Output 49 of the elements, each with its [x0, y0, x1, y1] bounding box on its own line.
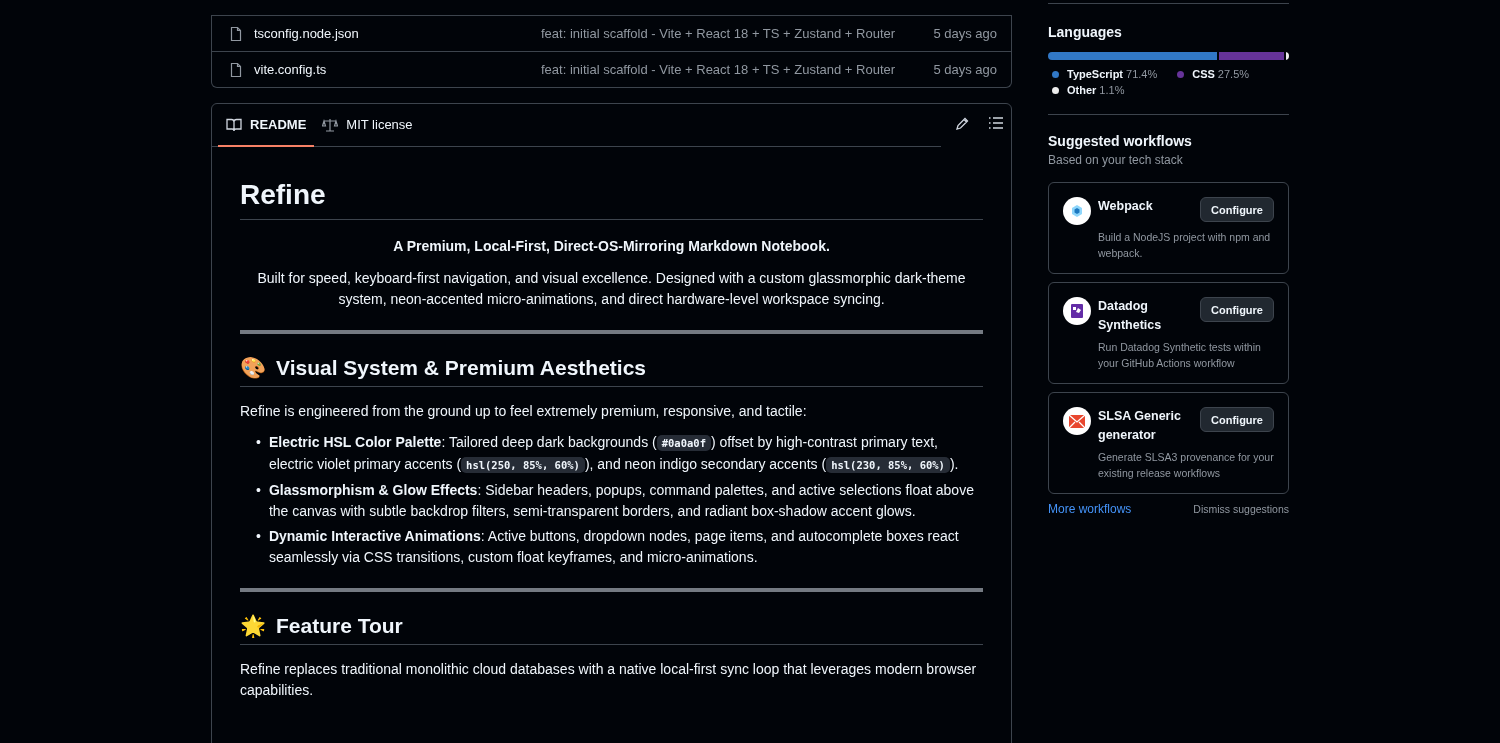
bullet-text: Electric HSL Color Palette: Tailored deep dark backgrounds ( #0a0a0f ) offset by high-contrast primary text, electric violet primary accents ( hsl(250, 85%, 60%) ), and neon indigo secondary accents ( hsl(230, 85%, 60%) ).	[268, 433, 960, 475]
configure-button[interactable]: Configure	[1200, 407, 1274, 432]
section-heading: Visual System & Premium Aesthetics	[276, 356, 646, 380]
cube-logo-icon	[1063, 197, 1091, 225]
workflows-subtitle: Based on your tech stack	[1048, 153, 1184, 167]
dismiss-button[interactable]: Dismiss suggestions	[1193, 503, 1289, 515]
commit-message-link[interactable]: feat: initial scaffold - Vite + React 18 + TS + Zustand + Router	[541, 62, 934, 77]
workflow-description: Generate SLSA3 provenance for your existing release workflows	[1098, 450, 1274, 481]
bullet-marker: •	[256, 481, 261, 500]
readme-title: Refine	[240, 151, 983, 220]
workflow-name: Datadog Synthetics	[1098, 298, 1163, 334]
dog-logo-icon	[1063, 297, 1091, 325]
configure-button[interactable]: Configure	[1200, 197, 1274, 222]
bullet-marker: •	[256, 527, 261, 546]
heading-emoji: 🌟	[240, 614, 266, 638]
readme-tagline: A Premium, Local-First, Direct-OS-Mirroring Markdown Notebook.	[392, 238, 831, 254]
configure-button[interactable]: Configure	[1200, 297, 1274, 322]
outline-list-icon[interactable]	[989, 117, 1003, 129]
readme-tab[interactable]: README	[218, 104, 315, 147]
file-name-link[interactable]: vite.config.ts	[254, 62, 541, 77]
bullet-text: Glassmorphism & Glow Effects: Sidebar headers, popups, command palettes, and active selections float above the canvas with subtle backdrop filters, semi-transparent borders, and radiant box-shadow accent glows.	[268, 481, 975, 521]
scale-icon	[322, 117, 339, 132]
file-name-link[interactable]: tsconfig.node.json	[254, 26, 541, 41]
file-icon	[228, 25, 244, 42]
edit-icon[interactable]	[955, 117, 969, 131]
workflow-description: Build a NodeJS project with npm and webpack.	[1098, 230, 1272, 261]
section-paragraph: Refine replaces traditional monolithic cloud databases with a native local-first sync loop that leverages modern browser capabilities.	[240, 660, 978, 700]
file-icon	[228, 61, 244, 78]
heading-emoji: 🎨	[240, 356, 266, 380]
languages-heading: Languages	[1048, 24, 1123, 40]
section-heading: Feature Tour	[276, 614, 403, 638]
bullet-text: Dynamic Interactive Animations: Active buttons, dropdown nodes, page items, and autocomplete boxes react seamlessly via CSS transitions, custom float keyframes, and micro-animations.	[268, 527, 960, 567]
envelope-logo-icon	[1063, 407, 1091, 435]
commit-time: 5 days ago	[933, 26, 997, 41]
workflow-name: SLSA Generic generator	[1098, 408, 1182, 444]
book-icon	[226, 117, 242, 132]
readme-intro: Built for speed, keyboard-first navigation, and visual excellence. Designed with a custom glassmorphic dark-theme system, neon-accented micro-animations, and direct hardware-level workspace syncing.	[256, 269, 967, 309]
commit-time: 5 days ago	[933, 62, 997, 77]
language-label[interactable]: Other 1.1%	[1067, 84, 1125, 96]
bullet-marker: •	[256, 433, 261, 452]
language-label[interactable]: CSS 27.5%	[1192, 68, 1250, 80]
more-workflows-link[interactable]: More workflows	[1048, 502, 1132, 516]
commit-message-link[interactable]: feat: initial scaffold - Vite + React 18 + TS + Zustand + Router	[541, 26, 934, 41]
readme-tab[interactable]: MIT license	[314, 104, 421, 147]
workflow-description: Run Datadog Synthetic tests within your GitHub Actions workflow	[1098, 340, 1262, 371]
workflow-name: Webpack	[1098, 198, 1154, 215]
language-label[interactable]: TypeScript 71.4%	[1067, 68, 1158, 80]
workflows-heading: Suggested workflows	[1048, 133, 1193, 149]
section-paragraph: Refine is engineered from the ground up to feel extremely premium, responsive, and tactile:	[240, 402, 808, 421]
